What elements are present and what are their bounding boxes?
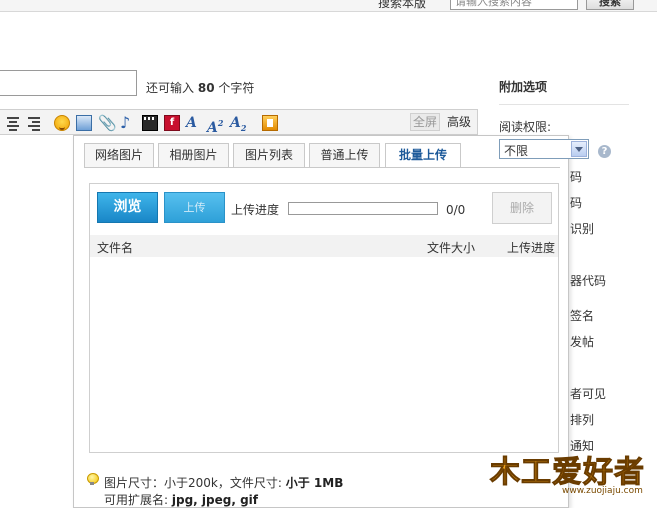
- batch-upload-panel: 浏览 上传 上传进度 0/0 删除 文件名 文件大小 上传进度: [89, 183, 559, 453]
- option-item[interactable]: 发帖: [570, 333, 594, 350]
- help-icon[interactable]: ?: [598, 145, 611, 158]
- option-item[interactable]: 者可见: [570, 385, 606, 402]
- option-item[interactable]: 排列: [570, 411, 594, 428]
- extension-note: 可用扩展名: jpg, jpeg, gif: [104, 491, 258, 508]
- advanced-button[interactable]: 高级: [443, 113, 475, 131]
- smiley-icon[interactable]: [54, 115, 70, 131]
- search-input[interactable]: 请输入搜索内容: [450, 0, 578, 10]
- sidebar-divider: [499, 104, 629, 105]
- search-label: 搜索本版: [378, 0, 427, 10]
- read-permission-select[interactable]: 不限: [499, 139, 589, 159]
- title-hint-prefix: 还可输入: [146, 81, 195, 95]
- extension-note-text: 可用扩展名:: [104, 493, 169, 507]
- size-note-text: 图片尺寸：小于200k，文件尺寸:: [104, 476, 282, 490]
- top-search-bar: 搜索本版 请输入搜索内容 搜索: [0, 0, 657, 12]
- tab-batch-upload[interactable]: 批量上传: [385, 143, 461, 168]
- chevron-down-icon[interactable]: [571, 141, 587, 157]
- title-char-hint: 还可输入 80 个字符: [146, 79, 254, 96]
- font-icon[interactable]: A: [186, 115, 202, 131]
- option-item[interactable]: 器代码: [570, 272, 606, 289]
- tab-album-image[interactable]: 相册图片: [158, 143, 229, 168]
- extra-options-title: 附加选项: [499, 80, 548, 94]
- align-center-icon[interactable]: [5, 115, 21, 131]
- column-upload-progress: 上传进度: [507, 241, 556, 255]
- attachment-icon[interactable]: 📎: [98, 115, 117, 131]
- tab-divider: [84, 167, 560, 168]
- editor-body[interactable]: [0, 135, 74, 508]
- size-note-value: 小于 1MB: [285, 476, 344, 490]
- upload-progress-bar: [288, 202, 438, 215]
- title-input[interactable]: [0, 70, 137, 96]
- editor-toolbar: 📎 ♪ f A A2 A2 全屏 高级: [0, 109, 478, 136]
- option-item[interactable]: 码: [570, 194, 582, 211]
- image-icon[interactable]: [76, 115, 92, 131]
- search-button[interactable]: 搜索: [586, 0, 634, 10]
- superscript-icon[interactable]: A2: [207, 115, 223, 136]
- video-icon[interactable]: [142, 115, 158, 131]
- file-list-header: 文件名 文件大小 上传进度: [90, 235, 558, 257]
- tab-web-image[interactable]: 网络图片: [84, 143, 154, 168]
- upload-button[interactable]: 上传: [164, 192, 225, 223]
- column-file-name: 文件名: [97, 241, 134, 255]
- option-item[interactable]: 识别: [570, 220, 594, 237]
- watermark-text: 木工爱好者: [490, 455, 645, 491]
- site-watermark-logo: 木工爱好者 www.zuojiaju.com: [490, 447, 657, 508]
- tab-normal-upload[interactable]: 普通上传: [309, 143, 380, 168]
- tab-image-list[interactable]: 图片列表: [233, 143, 305, 168]
- browse-button[interactable]: 浏览: [97, 192, 158, 223]
- music-icon[interactable]: ♪: [120, 115, 136, 131]
- delete-button[interactable]: 删除: [492, 192, 552, 224]
- extension-note-value: jpg, jpeg, gif: [171, 493, 258, 507]
- subscript-icon[interactable]: A2: [230, 115, 246, 133]
- title-hint-suffix: 个字符: [218, 81, 255, 95]
- watermark-url: www.zuojiaju.com: [562, 486, 643, 496]
- insert-block-icon[interactable]: [262, 115, 278, 131]
- lightbulb-icon: [87, 473, 99, 485]
- align-right-icon[interactable]: [26, 115, 42, 131]
- flash-icon[interactable]: f: [164, 115, 180, 131]
- progress-label: 上传进度: [231, 203, 280, 217]
- size-limit-note: 图片尺寸：小于200k，文件尺寸: 小于 1MB: [104, 474, 343, 491]
- read-permission-label: 阅读权限:: [499, 120, 552, 134]
- option-item[interactable]: 签名: [570, 307, 594, 324]
- progress-count: 0/0: [446, 203, 466, 217]
- column-file-size: 文件大小: [427, 241, 476, 255]
- option-item[interactable]: 码: [570, 168, 582, 185]
- fullscreen-button[interactable]: 全屏: [410, 113, 440, 131]
- title-hint-count: 80: [197, 81, 215, 95]
- read-permission-value: 不限: [504, 144, 529, 158]
